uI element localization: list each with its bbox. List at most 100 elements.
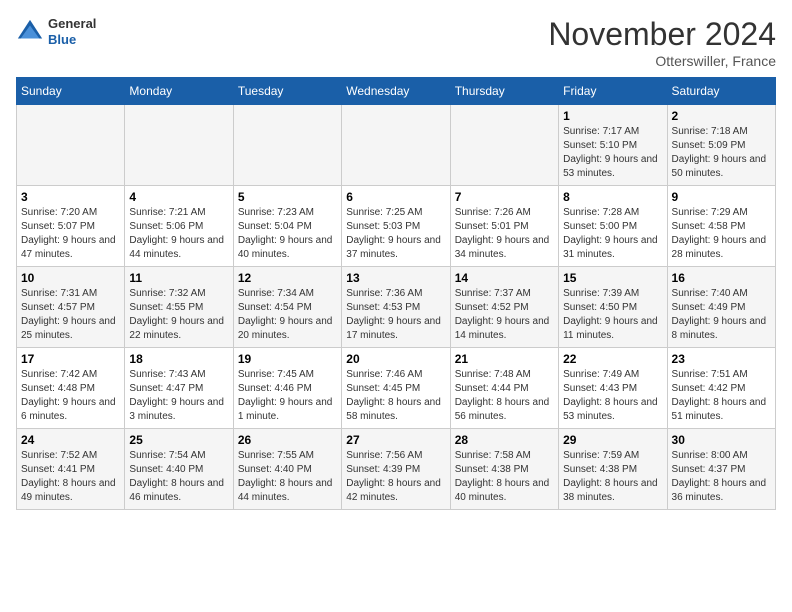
logo-blue: Blue — [48, 32, 96, 48]
month-title: November 2024 — [548, 16, 776, 53]
day-info: Sunrise: 7:36 AMSunset: 4:53 PMDaylight:… — [346, 287, 445, 343]
day-number: 15 — [563, 271, 662, 285]
week-row-5: 24Sunrise: 7:52 AMSunset: 4:41 PMDayligh… — [17, 429, 776, 510]
day-number: 5 — [238, 190, 337, 204]
day-number: 27 — [346, 433, 445, 447]
day-number: 19 — [238, 352, 337, 366]
day-info: Sunrise: 7:48 AMSunset: 4:44 PMDaylight:… — [455, 368, 554, 424]
day-number: 3 — [21, 190, 120, 204]
day-number: 29 — [563, 433, 662, 447]
calendar-cell: 6Sunrise: 7:25 AMSunset: 5:03 PMDaylight… — [342, 186, 450, 267]
day-number: 11 — [129, 271, 228, 285]
day-info: Sunrise: 7:37 AMSunset: 4:52 PMDaylight:… — [455, 287, 554, 343]
weekday-header-saturday: Saturday — [667, 78, 775, 105]
logo-general: General — [48, 16, 96, 32]
day-number: 7 — [455, 190, 554, 204]
day-info: Sunrise: 7:40 AMSunset: 4:49 PMDaylight:… — [672, 287, 771, 343]
day-info: Sunrise: 7:23 AMSunset: 5:04 PMDaylight:… — [238, 206, 337, 262]
day-number: 14 — [455, 271, 554, 285]
calendar-cell — [342, 105, 450, 186]
day-number: 28 — [455, 433, 554, 447]
day-info: Sunrise: 7:39 AMSunset: 4:50 PMDaylight:… — [563, 287, 662, 343]
day-number: 26 — [238, 433, 337, 447]
calendar-cell — [233, 105, 341, 186]
page-header: General Blue November 2024 Otterswiller,… — [16, 16, 776, 69]
calendar-cell: 3 Sunrise: 7:20 AMSunset: 5:07 PMDaylight… — [17, 186, 125, 267]
calendar-cell: 29 Sunrise: 7:59 AMSunset: 4:38 PMDayligh… — [559, 429, 667, 510]
day-info: Sunrise: 7:59 AMSunset: 4:38 PMDaylight:… — [563, 449, 662, 505]
calendar-cell: 12 Sunrise: 7:34 AMSunset: 4:54 PMDayligh… — [233, 267, 341, 348]
weekday-header-thursday: Thursday — [450, 78, 558, 105]
calendar-cell: 8 Sunrise: 7:28 AMSunset: 5:00 PMDaylight… — [559, 186, 667, 267]
weekday-header-row: SundayMondayTuesdayWednesdayThursdayFrid… — [17, 78, 776, 105]
day-number: 16 — [672, 271, 771, 285]
calendar-cell: 4Sunrise: 7:21 AMSunset: 5:06 PMDaylight… — [125, 186, 233, 267]
day-number: 22 — [563, 352, 662, 366]
calendar-cell — [450, 105, 558, 186]
logo: General Blue — [16, 16, 96, 47]
day-number: 25 — [129, 433, 228, 447]
day-number: 12 — [238, 271, 337, 285]
day-info: Sunrise: 7:26 AMSunset: 5:01 PMDaylight:… — [455, 206, 554, 262]
week-row-2: 3 Sunrise: 7:20 AMSunset: 5:07 PMDaylight… — [17, 186, 776, 267]
day-info: Sunrise: 7:32 AMSunset: 4:55 PMDaylight:… — [129, 287, 228, 343]
day-info: Sunrise: 7:54 AMSunset: 4:40 PMDaylight:… — [129, 449, 228, 505]
day-number: 9 — [672, 190, 771, 204]
calendar-cell: 21 Sunrise: 7:48 AMSunset: 4:44 PMDayligh… — [450, 348, 558, 429]
day-info: Sunrise: 7:28 AMSunset: 5:00 PMDaylight:… — [563, 206, 662, 262]
day-info: Sunrise: 7:31 AMSunset: 4:57 PMDaylight:… — [21, 287, 120, 343]
calendar-cell: 2Sunrise: 7:18 AMSunset: 5:09 PMDaylight… — [667, 105, 775, 186]
week-row-4: 17 Sunrise: 7:42 AMSunset: 4:48 PMDayligh… — [17, 348, 776, 429]
day-info: Sunrise: 7:58 AMSunset: 4:38 PMDaylight:… — [455, 449, 554, 505]
calendar-cell: 18 Sunrise: 7:43 AMSunset: 4:47 PMDayligh… — [125, 348, 233, 429]
day-number: 6 — [346, 190, 445, 204]
weekday-header-wednesday: Wednesday — [342, 78, 450, 105]
day-number: 17 — [21, 352, 120, 366]
location: Otterswiller, France — [548, 53, 776, 69]
day-number: 24 — [21, 433, 120, 447]
calendar-cell: 5 Sunrise: 7:23 AMSunset: 5:04 PMDaylight… — [233, 186, 341, 267]
day-info: Sunrise: 7:42 AMSunset: 4:48 PMDaylight:… — [21, 368, 120, 424]
logo-icon — [16, 18, 44, 46]
calendar-cell: 24Sunrise: 7:52 AMSunset: 4:41 PMDayligh… — [17, 429, 125, 510]
calendar-cell: 10 Sunrise: 7:31 AMSunset: 4:57 PMDayligh… — [17, 267, 125, 348]
calendar-cell: 9 Sunrise: 7:29 AMSunset: 4:58 PMDaylight… — [667, 186, 775, 267]
calendar-cell: 20Sunrise: 7:46 AMSunset: 4:45 PMDayligh… — [342, 348, 450, 429]
day-number: 21 — [455, 352, 554, 366]
calendar-cell — [17, 105, 125, 186]
calendar-cell: 17 Sunrise: 7:42 AMSunset: 4:48 PMDayligh… — [17, 348, 125, 429]
day-number: 8 — [563, 190, 662, 204]
calendar-body: 1 Sunrise: 7:17 AMSunset: 5:10 PMDaylight… — [17, 105, 776, 510]
calendar-cell: 11 Sunrise: 7:32 AMSunset: 4:55 PMDayligh… — [125, 267, 233, 348]
day-info: Sunrise: 7:49 AMSunset: 4:43 PMDaylight:… — [563, 368, 662, 424]
weekday-header-friday: Friday — [559, 78, 667, 105]
calendar-cell: 27Sunrise: 7:56 AMSunset: 4:39 PMDayligh… — [342, 429, 450, 510]
calendar-cell: 28 Sunrise: 7:58 AMSunset: 4:38 PMDayligh… — [450, 429, 558, 510]
day-number: 4 — [129, 190, 228, 204]
week-row-1: 1 Sunrise: 7:17 AMSunset: 5:10 PMDaylight… — [17, 105, 776, 186]
day-info: Sunrise: 7:51 AMSunset: 4:42 PMDaylight:… — [672, 368, 771, 424]
day-number: 1 — [563, 109, 662, 123]
calendar-cell: 22 Sunrise: 7:49 AMSunset: 4:43 PMDayligh… — [559, 348, 667, 429]
calendar-table: SundayMondayTuesdayWednesdayThursdayFrid… — [16, 77, 776, 510]
day-info: Sunrise: 7:17 AMSunset: 5:10 PMDaylight:… — [563, 125, 662, 181]
day-number: 10 — [21, 271, 120, 285]
day-info: Sunrise: 7:46 AMSunset: 4:45 PMDaylight:… — [346, 368, 445, 424]
day-info: Sunrise: 7:34 AMSunset: 4:54 PMDaylight:… — [238, 287, 337, 343]
calendar-cell: 19 Sunrise: 7:45 AMSunset: 4:46 PMDayligh… — [233, 348, 341, 429]
day-info: Sunrise: 7:29 AMSunset: 4:58 PMDaylight:… — [672, 206, 771, 262]
calendar-cell: 23 Sunrise: 7:51 AMSunset: 4:42 PMDayligh… — [667, 348, 775, 429]
day-number: 18 — [129, 352, 228, 366]
day-number: 23 — [672, 352, 771, 366]
week-row-3: 10 Sunrise: 7:31 AMSunset: 4:57 PMDayligh… — [17, 267, 776, 348]
calendar-cell: 1 Sunrise: 7:17 AMSunset: 5:10 PMDaylight… — [559, 105, 667, 186]
calendar-cell: 14 Sunrise: 7:37 AMSunset: 4:52 PMDayligh… — [450, 267, 558, 348]
day-number: 30 — [672, 433, 771, 447]
weekday-header-monday: Monday — [125, 78, 233, 105]
day-info: Sunrise: 7:20 AMSunset: 5:07 PMDaylight:… — [21, 206, 120, 262]
day-info: Sunrise: 7:18 AMSunset: 5:09 PMDaylight:… — [672, 125, 771, 181]
day-number: 13 — [346, 271, 445, 285]
day-info: Sunrise: 7:43 AMSunset: 4:47 PMDaylight:… — [129, 368, 228, 424]
day-info: Sunrise: 7:45 AMSunset: 4:46 PMDaylight:… — [238, 368, 337, 424]
calendar-cell: 25 Sunrise: 7:54 AMSunset: 4:40 PMDayligh… — [125, 429, 233, 510]
